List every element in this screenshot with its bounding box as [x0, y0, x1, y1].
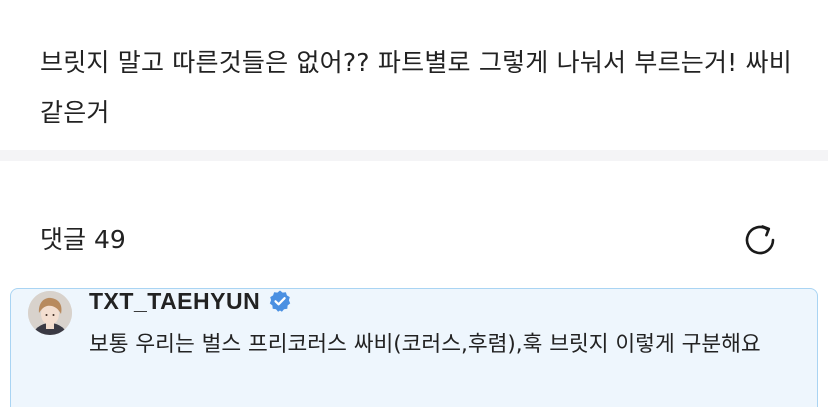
comments-count: 49	[94, 225, 126, 254]
post-body-text: 브릿지 말고 따른것들은 없어?? 파트별로 그렇게 나눠서 부르는거! 싸비같…	[40, 48, 792, 127]
verified-badge-icon	[270, 290, 291, 312]
comments-label: 댓글	[40, 225, 87, 254]
refresh-button[interactable]	[740, 220, 780, 260]
refresh-icon	[745, 225, 775, 255]
post-detail-screen: 브릿지 말고 따른것들은 없어?? 파트별로 그렇게 나눠서 부르는거! 싸비같…	[0, 0, 828, 407]
comments-title: 댓글 49	[40, 220, 126, 256]
section-divider	[0, 150, 828, 161]
author-name[interactable]: TXT_TAEHYUN	[89, 289, 260, 315]
comment-card[interactable]: TXT_TAEHYUN 보통 우리는 벌스 프리코러스 싸비(코러스,후렴),훅…	[10, 288, 818, 407]
comments-header: 댓글 49	[0, 208, 828, 268]
avatar[interactable]	[28, 291, 72, 335]
comment-author-row: TXT_TAEHYUN	[89, 289, 292, 315]
comment-text: 보통 우리는 벌스 프리코러스 싸비(코러스,후렴),훅 브릿지 이렇게 구분해…	[89, 332, 761, 357]
